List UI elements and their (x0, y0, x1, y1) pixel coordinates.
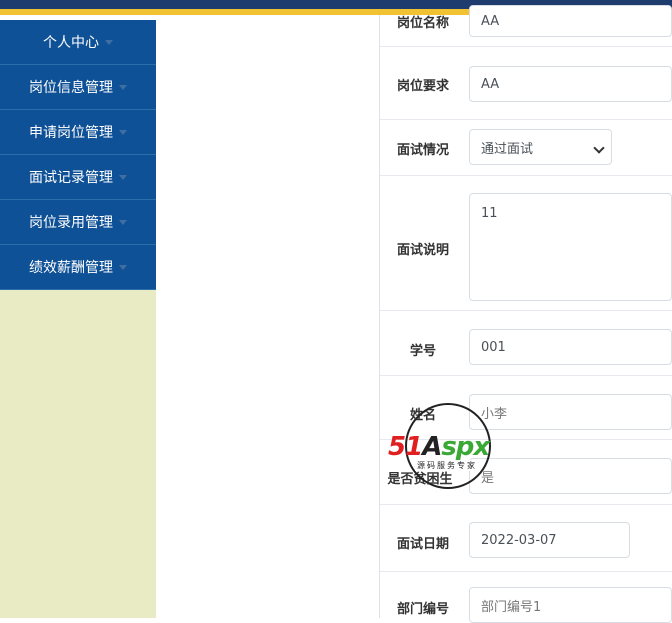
student-number-label: 学号 (409, 344, 436, 359)
chevron-down-icon (593, 142, 605, 154)
sidebar-item-label: 个人中心 (43, 35, 99, 51)
sidebar-item-hiring[interactable]: 岗位录用管理 (0, 200, 156, 245)
interview-date-label: 面试日期 (396, 537, 449, 552)
interview-description-textarea[interactable]: 11 (469, 193, 672, 301)
sidebar-item-personal-center[interactable]: 个人中心 (0, 20, 156, 65)
sidebar-item-apply-position[interactable]: 申请岗位管理 (0, 110, 156, 155)
interview-description-label: 面试说明 (396, 243, 449, 258)
chevron-down-icon (119, 264, 127, 270)
interview-description-value: 11 (481, 206, 498, 221)
chevron-down-icon (119, 129, 127, 135)
watermark-logo: 51Aspx 源码服务专家 (385, 402, 511, 492)
sidebar-item-position-info[interactable]: 岗位信息管理 (0, 65, 156, 110)
student-number-field[interactable]: 001 (469, 329, 672, 365)
position-name-value: AA (481, 13, 500, 29)
chevron-down-icon (119, 174, 127, 180)
interview-date-field[interactable]: 2022-03-07 (469, 522, 630, 558)
interview-status-value: 通过面试 (481, 141, 534, 157)
form-row-interview-description: 面试说明 11 (380, 176, 672, 311)
chevron-down-icon (119, 84, 127, 90)
form-row-interview-date: 面试日期 2022-03-07 (380, 505, 672, 572)
sidebar-item-label: 岗位录用管理 (29, 215, 113, 231)
sidebar: 个人中心 岗位信息管理 申请岗位管理 面试记录管理 岗位录用管理 绩效薪酬管理 (0, 20, 156, 618)
form-row-position-name: 岗位名称 AA (380, 5, 672, 47)
sidebar-item-label: 绩效薪酬管理 (29, 260, 113, 276)
interview-status-select[interactable]: 通过面试 (469, 129, 612, 165)
form-row-position-requirement: 岗位要求 AA (380, 47, 672, 120)
position-requirement-field[interactable]: AA (469, 66, 672, 102)
position-requirement-label: 岗位要求 (396, 79, 449, 94)
chevron-down-icon (119, 219, 127, 225)
chevron-down-icon (105, 39, 113, 45)
form-row-interview-status: 面试情况 通过面试 (380, 120, 672, 176)
position-name-field[interactable]: AA (469, 5, 672, 37)
sidebar-item-label: 申请岗位管理 (29, 125, 113, 141)
sidebar-nav: 个人中心 岗位信息管理 申请岗位管理 面试记录管理 岗位录用管理 绩效薪酬管理 (0, 20, 156, 290)
position-name-label: 岗位名称 (396, 16, 449, 31)
position-requirement-value: AA (481, 76, 500, 92)
department-number-value: 部门编号1 (481, 599, 542, 615)
form-row-department-number: 部门编号 部门编号1 (380, 572, 672, 623)
interview-status-label: 面试情况 (396, 143, 449, 158)
sidebar-item-performance-salary[interactable]: 绩效薪酬管理 (0, 245, 156, 290)
sidebar-item-label: 面试记录管理 (29, 170, 113, 186)
form-row-student-number: 学号 001 (380, 311, 672, 376)
student-number-value: 001 (481, 339, 506, 355)
sidebar-item-label: 岗位信息管理 (29, 80, 113, 96)
department-number-label: 部门编号 (396, 602, 449, 617)
watermark-tagline: 源码服务专家 (415, 460, 479, 471)
watermark-logo-text: 51Aspx (388, 432, 490, 462)
sidebar-item-interview-records[interactable]: 面试记录管理 (0, 155, 156, 200)
interview-date-value: 2022-03-07 (481, 532, 557, 548)
